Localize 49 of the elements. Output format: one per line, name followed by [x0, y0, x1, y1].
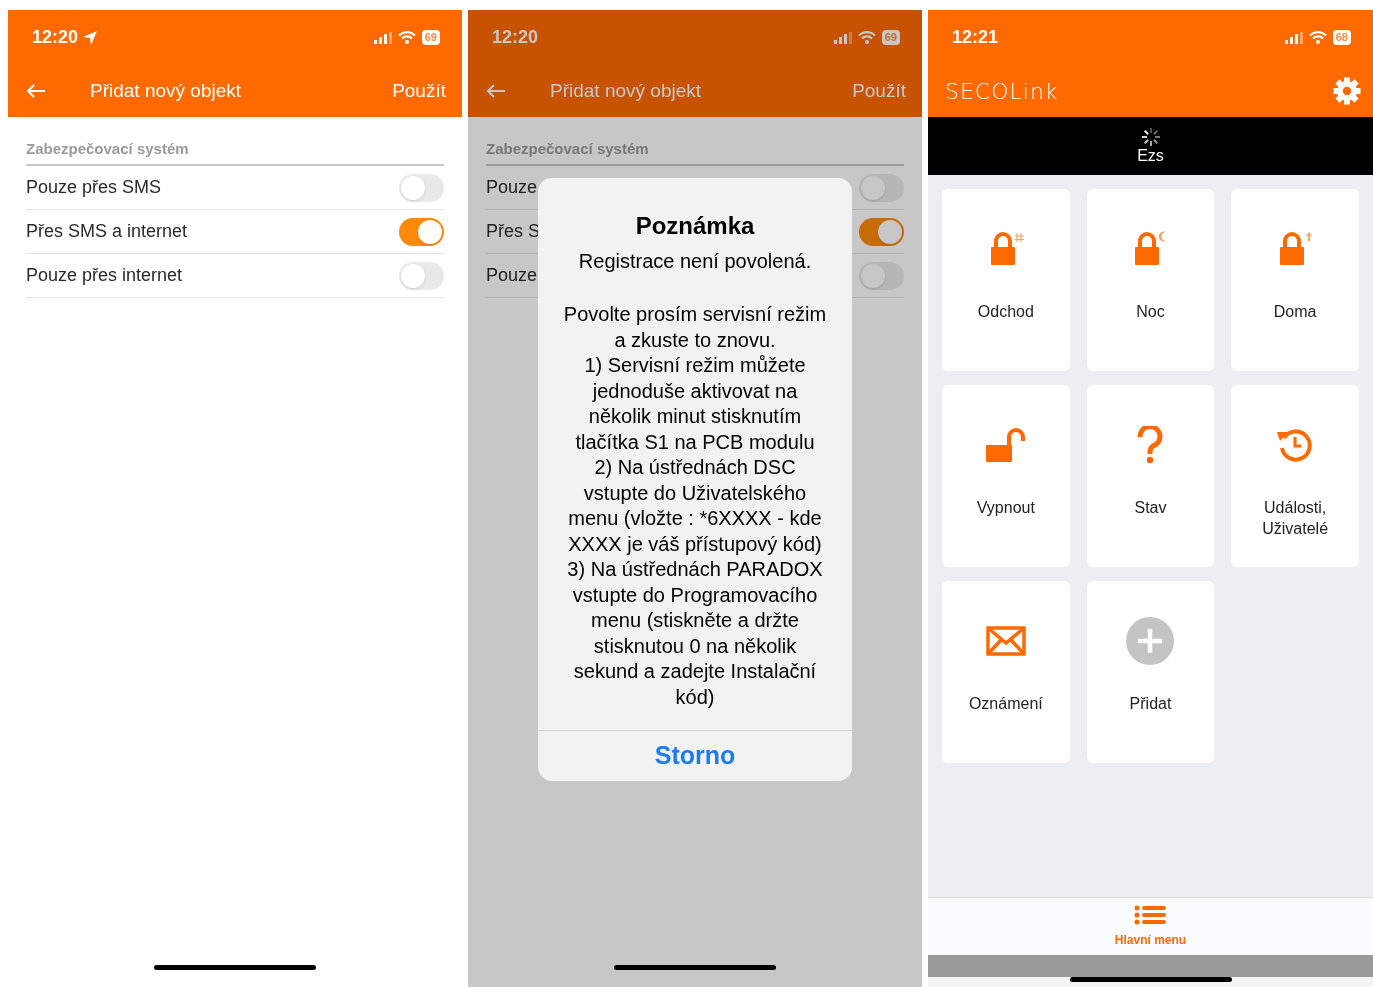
option-label: Pouze: [486, 264, 538, 287]
dialog-subtitle: Registrace není povolená.: [578, 249, 812, 274]
wifi-icon: [857, 31, 876, 44]
toggle-switch[interactable]: [859, 173, 904, 202]
menu-tile[interactable]: Odchod: [942, 189, 1070, 371]
toggle-switch[interactable]: [399, 173, 444, 202]
menu-tile[interactable]: Oznámení: [942, 581, 1070, 763]
menu-tile[interactable]: Noc: [1086, 189, 1215, 371]
add-icon: [1126, 617, 1175, 665]
menu-tile[interactable]: Události, Uživatelé: [1231, 385, 1359, 567]
option-label: Pouze přes internet: [26, 264, 183, 287]
menu-tile[interactable]: Stav: [1086, 385, 1215, 567]
wifi-icon: [397, 31, 416, 44]
app-logo: SECOLink: [945, 77, 1059, 106]
menu-tile[interactable]: Doma: [1231, 189, 1359, 371]
section-label: Zabezpečovací systém: [26, 140, 189, 157]
option-label: Pouze: [486, 176, 538, 199]
menu-tile[interactable]: Přidat: [1086, 581, 1215, 763]
envelope-icon: [985, 626, 1026, 656]
signal-icon: [1284, 31, 1303, 44]
battery-level: 68: [1332, 30, 1351, 45]
option-label: Pouze přes SMS: [26, 176, 162, 199]
back-arrow-icon[interactable]: [26, 83, 46, 99]
section-label: Zabezpečovací systém: [486, 140, 649, 157]
status-time: 12:20: [492, 26, 539, 49]
toggle-switch[interactable]: [399, 217, 444, 246]
dialog-message: Povolte prosím servisní režim a zkuste to znovu. 1) Servisní režim můžete jednoduše aktivovat na několik minut stisknutím tlačítka S1 na PCB modulu 2) Na ústřednách DSC vstupte do Uživatelského menu (vložte : *6XXXX - kde XXXX je váš přístupový kód) 3) Na ústřednách PARADOX vstupte do Programovacího menu (stiskněte a držte stisknutou 0 na několik sekund a zadejte Instalační kód): [562, 302, 828, 710]
system-name: Ezs: [1137, 147, 1164, 165]
settings-icon[interactable]: [1333, 77, 1361, 105]
unlock-icon: [984, 427, 1027, 463]
battery-level: 69: [421, 30, 440, 45]
screen-title: Přidat nový objekt: [90, 78, 243, 103]
toggle-switch[interactable]: [399, 261, 444, 290]
status-time: 12:21: [952, 26, 999, 49]
wifi-icon: [1308, 31, 1327, 44]
screen-title: Přidat nový objekt: [550, 78, 703, 103]
list-icon: [1134, 904, 1167, 925]
question-mark-icon: [1137, 426, 1164, 464]
menu-tile[interactable]: Vypnout: [942, 385, 1070, 567]
dialog-title: Poznámka: [635, 211, 755, 241]
back-arrow-icon[interactable]: [486, 83, 506, 99]
battery-level: 69: [881, 30, 900, 45]
signal-icon: [373, 31, 392, 44]
cancel-button[interactable]: Storno: [538, 731, 852, 781]
toggle-switch[interactable]: [859, 217, 904, 246]
loading-spinner-icon: [1140, 127, 1161, 147]
option-label: Přes SMS a internet: [26, 220, 188, 243]
status-time: 12:20: [32, 26, 79, 49]
toggle-switch[interactable]: [859, 261, 904, 290]
